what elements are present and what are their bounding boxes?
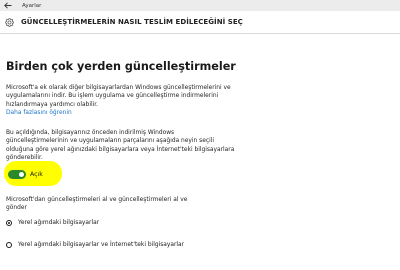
title-bar: Ayarlar — [0, 0, 400, 11]
radio-button-selected[interactable] — [6, 220, 12, 226]
page-header: GÜNCELLEŞTİRMELERİN NASIL TESLİM EDİLECE… — [0, 11, 400, 34]
section-title: Birden çok yerden güncelleştirmeler — [6, 60, 236, 73]
page-title: GÜNCELLEŞTİRMELERİN NASIL TESLİM EDİLECE… — [21, 18, 243, 26]
radio-button[interactable] — [6, 242, 12, 248]
radio-option-local-and-internet[interactable]: Yerel ağımdaki bilgisayarlar ve İnternet… — [6, 242, 184, 248]
description-paragraph-1: Microsoft'a ek olarak diğer bilgisayarla… — [6, 85, 231, 108]
radio-option-local-network[interactable]: Yerel ağımdaki bilgisayarlar — [6, 220, 99, 226]
learn-more-link[interactable]: Daha fazlasını öğrenin — [6, 109, 72, 117]
radio-group-label: Microsoft'dan güncelleştirmeleri al ve g… — [6, 197, 188, 212]
toggle-state-label: Açık — [30, 171, 43, 178]
share-updates-toggle[interactable] — [8, 170, 26, 179]
back-arrow-icon[interactable] — [2, 0, 14, 11]
window-title: Ayarlar — [22, 2, 42, 9]
radio-label: Yerel ağımdaki bilgisayarlar — [18, 220, 100, 226]
radio-label: Yerel ağımdaki bilgisayarlar ve İnternet… — [18, 242, 185, 248]
description-paragraph-2: Bu açıldığında, bilgisayarınız önceden i… — [6, 130, 235, 161]
toggle-knob — [19, 172, 24, 177]
main-content: Birden çok yerden güncelleştirmeler — [6, 60, 306, 74]
gear-icon — [3, 16, 15, 28]
